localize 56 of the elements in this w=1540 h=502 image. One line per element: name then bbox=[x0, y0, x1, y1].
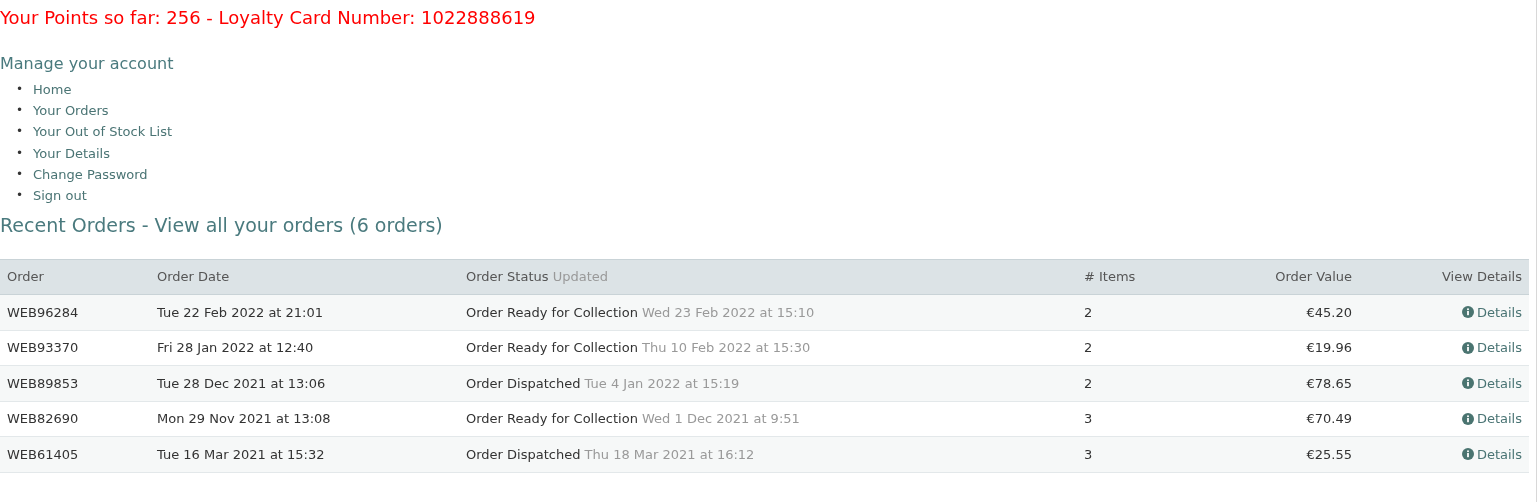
order-date: Tue 22 Feb 2022 at 21:01 bbox=[157, 304, 324, 320]
account-menu-link[interactable]: Change Password bbox=[33, 163, 148, 185]
order-value: €70.49 bbox=[1306, 411, 1352, 427]
column-header: Order bbox=[7, 269, 44, 285]
order-status: Order Ready for Collection Wed 1 Dec 2021 at 9:51 bbox=[466, 411, 800, 427]
order-number: WEB96284 bbox=[7, 304, 79, 320]
order-value: €78.65 bbox=[1306, 375, 1352, 391]
details-link[interactable]: Details bbox=[1476, 375, 1522, 391]
details-link[interactable]: Details bbox=[1476, 446, 1522, 462]
order-date: Tue 16 Mar 2021 at 15:32 bbox=[157, 446, 325, 462]
details-link[interactable]: Details bbox=[1476, 411, 1522, 427]
bullet-mark: • bbox=[16, 165, 25, 183]
order-date: Fri 28 Jan 2022 at 12:40 bbox=[157, 340, 314, 356]
item-count: 2 bbox=[1084, 304, 1093, 320]
column-header: Order Status Updated bbox=[466, 269, 608, 285]
order-number: WEB89853 bbox=[7, 375, 79, 391]
section-heading: Recent Orders - View all your orders (6 orders) bbox=[0, 213, 443, 239]
order-number: WEB93370 bbox=[7, 340, 79, 356]
column-header: Order Date bbox=[157, 269, 230, 285]
account-menu-link[interactable]: Your Details bbox=[33, 142, 110, 164]
section-heading: Manage your account bbox=[0, 53, 174, 75]
order-number: WEB82690 bbox=[7, 411, 79, 427]
bullet-mark: • bbox=[16, 123, 25, 141]
account-menu-link[interactable]: Your Orders bbox=[33, 100, 109, 122]
order-status: Order Ready for Collection Thu 10 Feb 2022 at 15:30 bbox=[466, 340, 811, 356]
info-icon bbox=[1461, 377, 1474, 390]
details-link[interactable]: Details bbox=[1476, 304, 1522, 320]
order-date: Tue 28 Dec 2021 at 13:06 bbox=[157, 375, 326, 391]
order-date: Mon 29 Nov 2021 at 13:08 bbox=[157, 411, 331, 427]
info-icon bbox=[1461, 412, 1474, 425]
loyalty-points-title: Your Points so far: 256 - Loyalty Card Number: 1022888619 bbox=[0, 6, 536, 30]
bullet-mark: • bbox=[16, 144, 25, 162]
order-status: Order Dispatched Tue 4 Jan 2022 at 15:19 bbox=[466, 375, 740, 391]
order-value: €25.55 bbox=[1306, 446, 1352, 462]
account-menu-link[interactable]: Home bbox=[33, 79, 72, 101]
info-icon bbox=[1461, 448, 1474, 461]
column-header: View Details bbox=[1441, 269, 1522, 285]
order-value: €45.20 bbox=[1306, 304, 1352, 320]
bullet-mark: • bbox=[16, 187, 25, 204]
info-icon bbox=[1461, 341, 1474, 354]
bullet-mark: • bbox=[16, 81, 25, 98]
info-icon bbox=[1461, 306, 1474, 319]
column-header: # Items bbox=[1084, 269, 1136, 285]
order-value: €19.96 bbox=[1306, 340, 1352, 356]
order-number: WEB61405 bbox=[7, 446, 79, 462]
bullet-mark: • bbox=[16, 102, 25, 120]
item-count: 2 bbox=[1084, 340, 1093, 356]
item-count: 3 bbox=[1084, 411, 1093, 427]
item-count: 2 bbox=[1084, 375, 1093, 391]
account-menu-link[interactable]: Sign out bbox=[33, 185, 87, 207]
order-status: Order Dispatched Thu 18 Mar 2021 at 16:12 bbox=[466, 446, 755, 462]
account-menu-link[interactable]: Your Out of Stock List bbox=[33, 121, 173, 143]
item-count: 3 bbox=[1084, 446, 1093, 462]
order-status: Order Ready for Collection Wed 23 Feb 2022 at 15:10 bbox=[466, 304, 815, 320]
column-header: Order Value bbox=[1275, 269, 1352, 285]
details-link[interactable]: Details bbox=[1476, 340, 1522, 356]
